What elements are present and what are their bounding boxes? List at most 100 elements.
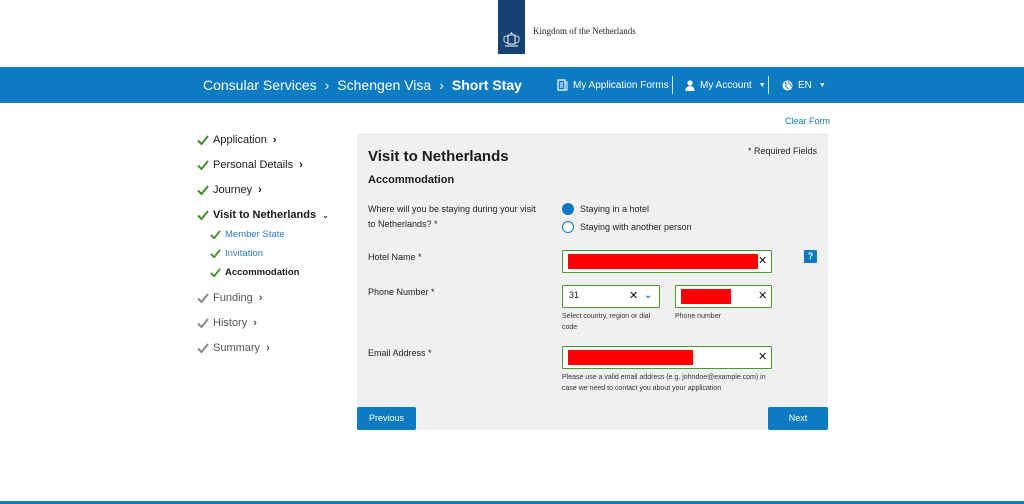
phone-number-input[interactable]: ✕ (675, 285, 772, 308)
email-label: Email Address * (368, 348, 432, 358)
step-visit-to-netherlands[interactable]: Visit to Netherlands ⌄ (197, 209, 329, 221)
language-dropdown[interactable]: EN ▼ (782, 80, 826, 91)
radio-selected-icon (562, 203, 574, 215)
chevron-right-icon: › (258, 184, 262, 196)
step-label: History (213, 317, 248, 329)
substep-label: Member State (225, 229, 285, 240)
my-application-forms-label: My Application Forms (573, 79, 669, 91)
radio-staying-in-hotel[interactable]: Staying in a hotel (562, 203, 649, 215)
globe-icon (782, 80, 793, 90)
language-label: EN (798, 79, 812, 91)
section-title: Accommodation (368, 174, 455, 186)
nav-divider (672, 76, 673, 94)
chevron-right-icon: › (324, 77, 330, 93)
phone-country-code-select[interactable]: 31 ✕ ⌄ (562, 285, 660, 308)
help-icon[interactable]: ? (804, 250, 817, 263)
stay-question-label: Where will you be staying during your vi… (368, 202, 536, 232)
my-account-dropdown[interactable]: My Account ▼ (685, 80, 766, 91)
step-label: Summary (213, 342, 261, 354)
checkmark-icon (210, 230, 221, 240)
my-application-forms-link[interactable]: My Application Forms (557, 79, 669, 91)
previous-button[interactable]: Previous (357, 407, 416, 430)
chevron-right-icon: › (266, 342, 270, 354)
form-panel: Visit to Netherlands * Required Fields A… (357, 133, 828, 430)
step-application[interactable]: Application › (197, 134, 277, 146)
nav-divider (768, 76, 769, 94)
stay-question-line2: to Netherlands? * (368, 219, 438, 229)
checkmark-icon (197, 185, 209, 196)
chevron-right-icon: › (272, 134, 277, 146)
my-account-label: My Account (700, 79, 752, 91)
hint-line: code (562, 324, 578, 331)
checkmark-icon (197, 318, 209, 329)
substep-label: Accommodation (225, 267, 300, 278)
caret-down-icon: ▼ (818, 81, 826, 89)
step-journey[interactable]: Journey › (197, 184, 262, 196)
substep-invitation[interactable]: Invitation (210, 248, 263, 259)
radio-label: Staying in a hotel (580, 204, 650, 214)
clear-icon[interactable]: ✕ (629, 289, 638, 302)
breadcrumb: Consular Services › Schengen Visa › Shor… (203, 67, 522, 103)
coat-of-arms-icon (503, 32, 520, 47)
checkmark-icon (197, 343, 209, 354)
email-input[interactable]: ✕ (562, 346, 772, 369)
language-menu: EN ▼ (782, 67, 826, 103)
clear-icon[interactable]: ✕ (758, 350, 767, 363)
breadcrumb-consular-services[interactable]: Consular Services (203, 77, 317, 93)
chevron-right-icon: › (439, 77, 444, 93)
checkmark-icon (197, 135, 209, 146)
chevron-right-icon: › (253, 317, 257, 329)
breadcrumb-short-stay: Short Stay (451, 77, 522, 93)
hint-line: Please use a valid email address (e.g. j… (562, 374, 766, 381)
step-label: Personal Details (213, 159, 294, 171)
next-button[interactable]: Next (768, 407, 828, 430)
radio-staying-with-person[interactable]: Staying with another person (562, 221, 692, 233)
hint-line: case we need to contact you about your a… (562, 385, 722, 392)
chevron-right-icon: › (258, 292, 263, 304)
phone-code-hint: Select country, region or dial code (562, 311, 650, 333)
breadcrumb-schengen-visa[interactable]: Schengen Visa (337, 77, 431, 93)
logo-header: Kingdom of the Netherlands (0, 0, 1024, 67)
step-personal-details[interactable]: Personal Details › (197, 159, 303, 171)
account-menu: My Account ▼ (685, 67, 766, 103)
top-nav: Consular Services › Schengen Visa › Shor… (0, 67, 1024, 103)
phone-number-label: Phone Number * (368, 287, 435, 297)
radio-unselected-icon (562, 221, 574, 233)
required-fields-note: * Required Fields (747, 146, 817, 156)
hotel-name-input[interactable]: ✕ (562, 250, 772, 273)
redacted-value (681, 289, 731, 304)
clear-icon[interactable]: ✕ (758, 289, 767, 302)
chevron-down-icon[interactable]: ⌄ (644, 290, 652, 301)
substep-member-state[interactable]: Member State (210, 229, 285, 240)
radio-label: Staying with another person (580, 222, 692, 232)
hint-line: Select country, region or dial (562, 313, 651, 320)
clear-form-link[interactable]: Clear Form (785, 116, 830, 126)
logo-text: Kingdom of the Netherlands (533, 26, 636, 36)
user-icon (685, 79, 695, 91)
substep-label: Invitation (225, 248, 264, 259)
step-history[interactable]: History › (197, 317, 257, 329)
step-funding[interactable]: Funding › (197, 292, 262, 304)
chevron-down-icon: ⌄ (322, 210, 329, 220)
phone-number-hint: Phone number (675, 313, 721, 320)
step-label: Funding (213, 292, 253, 304)
checkmark-icon (197, 293, 209, 304)
checkmark-icon (210, 268, 221, 278)
chevron-right-icon: › (299, 159, 303, 171)
phone-code-value: 31 (569, 290, 580, 300)
redacted-value (568, 350, 693, 365)
step-label: Visit to Netherlands (213, 209, 317, 221)
nav-links: My Application Forms (557, 67, 669, 103)
substep-accommodation[interactable]: Accommodation (210, 267, 299, 278)
clear-icon[interactable]: ✕ (758, 254, 767, 267)
hotel-name-label: Hotel Name * (368, 252, 422, 262)
checkmark-icon (197, 210, 209, 221)
step-summary[interactable]: Summary › (197, 342, 270, 354)
caret-down-icon: ▼ (758, 81, 766, 89)
redacted-value (568, 254, 758, 269)
email-hint: Please use a valid email address (e.g. j… (562, 372, 766, 394)
checkmark-icon (210, 249, 221, 259)
coat-of-arms-logo[interactable] (498, 0, 525, 54)
document-icon (557, 79, 568, 91)
checkmark-icon (197, 160, 209, 171)
